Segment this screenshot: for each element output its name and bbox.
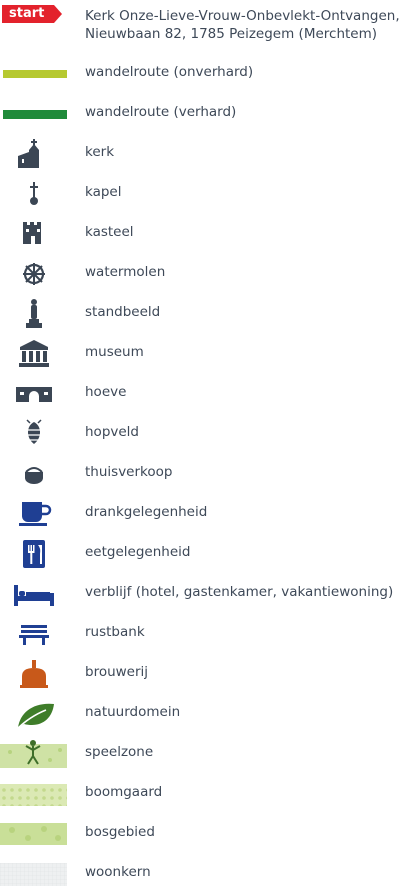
- legend-label: hopveld: [85, 424, 139, 440]
- legend-item-farm: hoeve: [0, 378, 411, 412]
- legend-item-watermill: watermolen: [0, 258, 411, 292]
- legend-label: wandelroute (onverhard): [85, 64, 254, 80]
- church-icon: [0, 138, 70, 172]
- legend-item-lodging: verblijf (hotel, gastenkamer, vakantiewo…: [0, 578, 411, 612]
- legend-item-museum: museum: [0, 338, 411, 372]
- legend-item-restaurant: eetgelegenheid: [0, 538, 411, 572]
- restaurant-icon: [0, 538, 70, 572]
- brewery-icon: [0, 658, 70, 692]
- nature-leaf-icon: [0, 698, 70, 732]
- farm-icon: [0, 378, 70, 412]
- legend-item-statue: standbeeld: [0, 298, 411, 332]
- legend-item-farm-shop: thuisverkoop: [0, 458, 411, 492]
- forest-swatch: [0, 818, 70, 852]
- legend-label: standbeeld: [85, 304, 161, 320]
- legend-label: kerk: [85, 144, 115, 160]
- hop-field-icon: [0, 418, 70, 452]
- playzone-swatch: [0, 738, 70, 772]
- start-address-line1: Kerk Onze-Lieve-Vrouw-Onbevlekt-Ontvange…: [85, 8, 400, 24]
- legend-label: museum: [85, 344, 144, 360]
- legend-label: rustbank: [85, 624, 145, 640]
- legend-item-orchard: boomgaard: [0, 778, 411, 812]
- chapel-icon: [0, 178, 70, 212]
- legend-item-cafe: drankgelegenheid: [0, 498, 411, 532]
- lodging-icon: [0, 578, 70, 612]
- legend-item-brewery: brouwerij: [0, 658, 411, 692]
- bench-icon: [0, 618, 70, 652]
- start-badge: start: [0, 3, 72, 29]
- legend-item-bench: rustbank: [0, 618, 411, 652]
- start-address-line2: Nieuwbaan 82, 1785 Peizegem (Merchtem): [85, 26, 378, 42]
- legend-item-route-unpaved: wandelroute (onverhard): [0, 58, 411, 92]
- farm-shop-icon: [0, 458, 70, 492]
- legend-label: hoeve: [85, 384, 127, 400]
- route-unpaved-line: [0, 58, 70, 92]
- legend-item-church: kerk: [0, 138, 411, 172]
- legend-item-nature: natuurdomein: [0, 698, 411, 732]
- start-address: Kerk Onze-Lieve-Vrouw-Onbevlekt-Ontvange…: [85, 7, 400, 43]
- orchard-swatch: [0, 778, 70, 812]
- legend-item-residential: woonkern: [0, 855, 411, 889]
- legend-label: boomgaard: [85, 784, 163, 800]
- start-badge-label: start: [9, 6, 45, 21]
- legend-start-row: start Kerk Onze-Lieve-Vrouw-Onbevlekt-On…: [0, 3, 411, 45]
- legend-label: brouwerij: [85, 664, 149, 680]
- cafe-icon: [0, 498, 70, 532]
- legend-item-chapel: kapel: [0, 178, 411, 212]
- legend-label: kapel: [85, 184, 122, 200]
- legend-label: verblijf (hotel, gastenkamer, vakantiewo…: [85, 584, 394, 600]
- legend-label: drankgelegenheid: [85, 504, 208, 520]
- legend-item-route-paved: wandelroute (verhard): [0, 98, 411, 132]
- legend-label: thuisverkoop: [85, 464, 173, 480]
- legend-label: watermolen: [85, 264, 166, 280]
- legend-item-hop-field: hopveld: [0, 418, 411, 452]
- legend-item-forest: bosgebied: [0, 818, 411, 852]
- legend-label: woonkern: [85, 864, 151, 880]
- legend-label: bosgebied: [85, 824, 155, 840]
- castle-icon: [0, 218, 70, 252]
- legend-label: wandelroute (verhard): [85, 104, 237, 120]
- museum-icon: [0, 338, 70, 372]
- legend-item-castle: kasteel: [0, 218, 411, 252]
- legend-label: speelzone: [85, 744, 154, 760]
- legend-label: natuurdomein: [85, 704, 181, 720]
- watermill-icon: [0, 258, 70, 292]
- legend-label: kasteel: [85, 224, 134, 240]
- route-paved-line: [0, 98, 70, 132]
- legend-label: eetgelegenheid: [85, 544, 191, 560]
- residential-swatch: [0, 855, 70, 889]
- statue-icon: [0, 298, 70, 332]
- legend-item-playzone: speelzone: [0, 738, 411, 772]
